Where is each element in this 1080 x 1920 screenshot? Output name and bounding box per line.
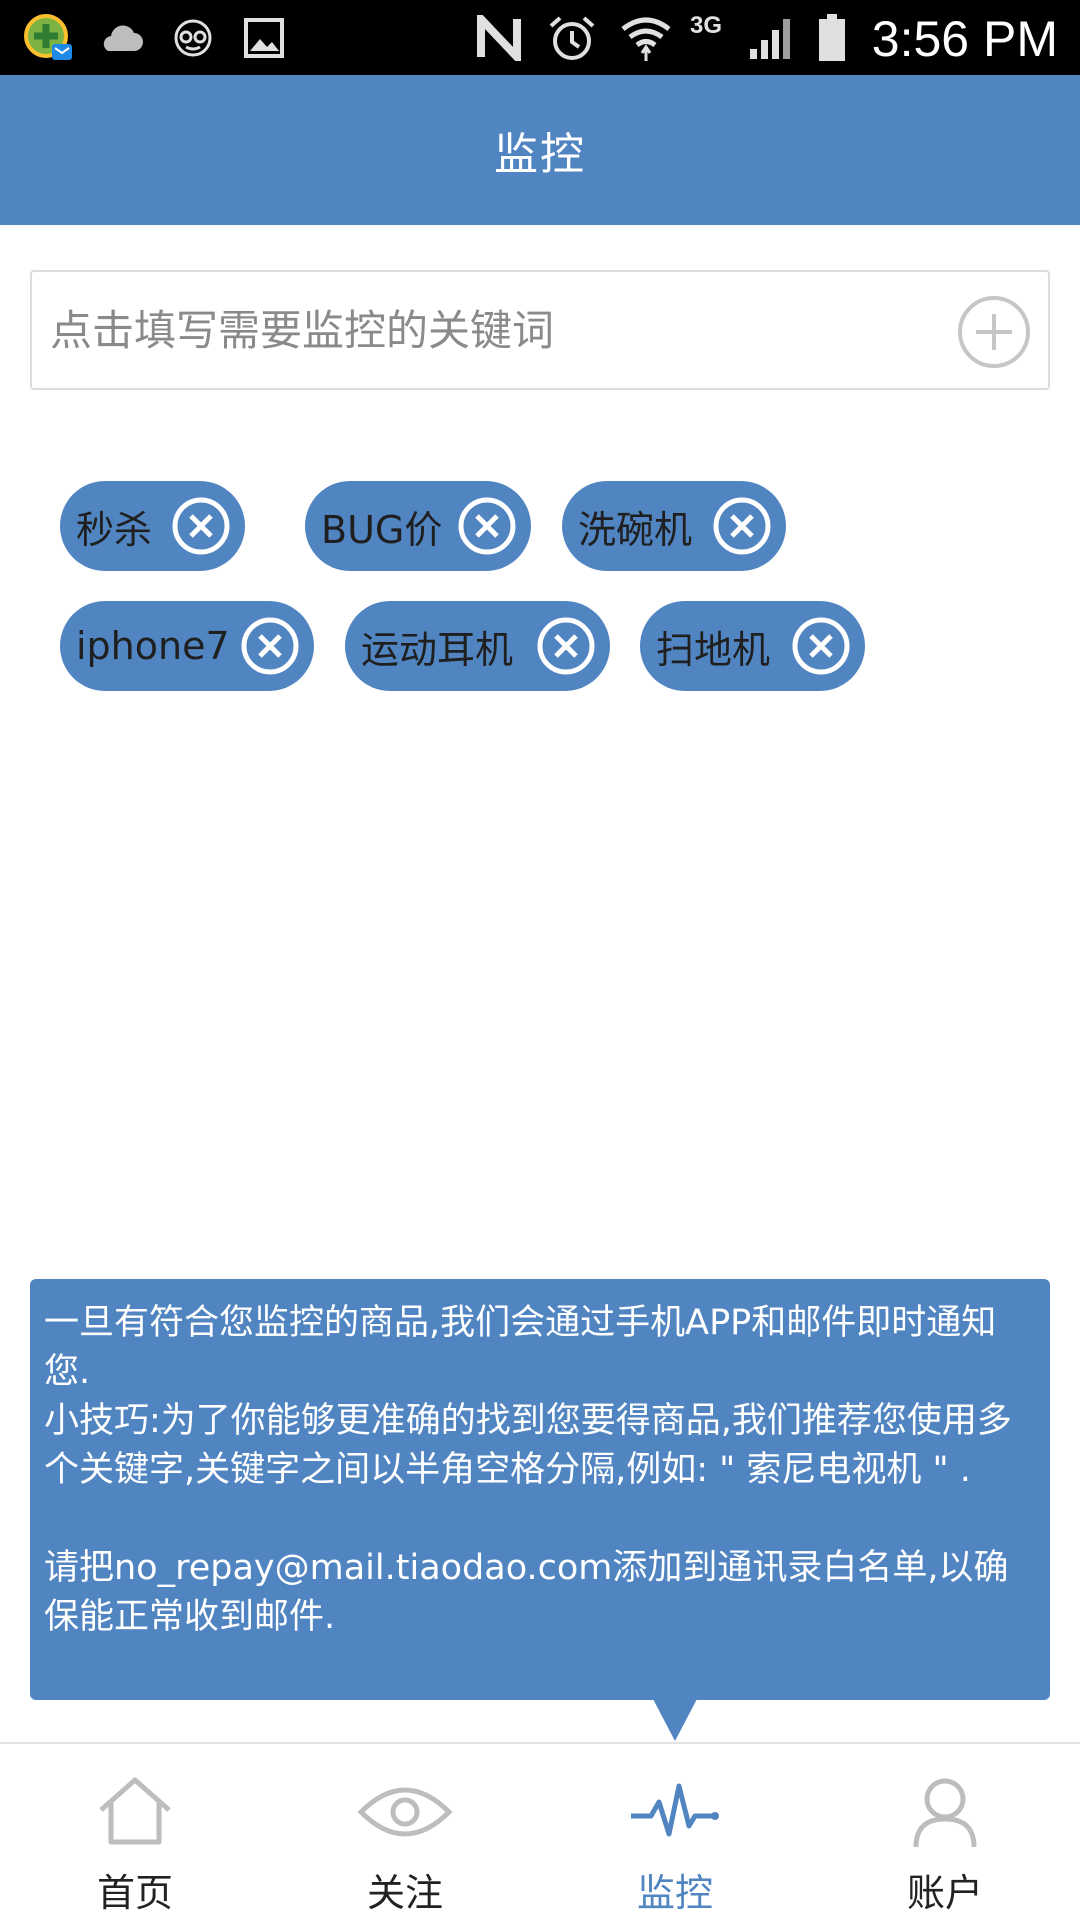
app-header: 监控 [0, 75, 1080, 225]
app-notification-icon [20, 0, 76, 75]
keyword-tag: 运动耳机 [345, 601, 610, 691]
keyword-tag-label: 扫地机 [656, 627, 771, 672]
keyword-tag-label: BUG价 [321, 507, 443, 552]
notice-text-2: 小技巧:为了你能够更准确的找到您要得商品,我们推荐您使用多个关键字,关键字之间以… [44, 1401, 1012, 1490]
pulse-icon [625, 1772, 725, 1852]
notice-arrow [653, 1699, 697, 1741]
notice-tooltip: 一旦有符合您监控的商品,我们会通过手机APP和邮件即时通知您. 小技巧:为了你能… [30, 1279, 1050, 1700]
keyword-input-box [30, 270, 1050, 390]
nfc-icon [474, 0, 524, 75]
bottom-nav: 首页 关注 监控 账户 [0, 1742, 1080, 1920]
notice-text-3: 请把no_repay@mail.tiaodao.com添加到通讯录白名单,以确保… [44, 1548, 1009, 1637]
keyword-tag-label: 秒杀 [76, 507, 153, 552]
keyword-tag: 秒杀 [60, 481, 245, 571]
close-circle-icon [458, 497, 516, 555]
nav-item-follow[interactable]: 关注 [270, 1744, 540, 1920]
close-circle-icon [172, 497, 230, 555]
close-circle-icon [537, 617, 595, 675]
home-icon [85, 1772, 185, 1852]
keyword-tag: 洗碗机 [562, 481, 786, 571]
keyword-tag-label: iphone7 [76, 624, 230, 668]
alarm-icon [546, 0, 598, 75]
plus-circle-icon [958, 296, 1030, 368]
keyword-tag: 扫地机 [640, 601, 865, 691]
nav-item-monitor[interactable]: 监控 [540, 1744, 810, 1920]
keyword-input[interactable] [50, 272, 950, 388]
remove-keyword-button[interactable] [457, 496, 517, 556]
status-time: 3:56 PM [871, 11, 1058, 67]
network-type: 3G [690, 12, 723, 39]
nav-item-account[interactable]: 账户 [810, 1744, 1080, 1920]
nav-item-home[interactable]: 首页 [0, 1744, 270, 1920]
keyword-tag-label: 运动耳机 [361, 627, 514, 672]
eye-icon [355, 1772, 455, 1852]
keyword-tag-label: 洗碗机 [578, 507, 693, 552]
remove-keyword-button[interactable] [536, 616, 596, 676]
keyword-tag: BUG价 [305, 481, 531, 571]
remove-keyword-button[interactable] [712, 496, 772, 556]
notice-text-1: 一旦有符合您监控的商品,我们会通过手机APP和邮件即时通知您. [44, 1303, 997, 1392]
nav-label-follow: 关注 [366, 1871, 443, 1915]
close-circle-icon [792, 617, 850, 675]
page-title: 监控 [494, 129, 586, 180]
cloud-icon [96, 0, 146, 75]
nav-label-home: 首页 [96, 1871, 173, 1915]
glasses-icon [168, 0, 218, 75]
notice-spacer [44, 1495, 1036, 1544]
signal-icon [746, 0, 796, 75]
close-circle-icon [713, 497, 771, 555]
remove-keyword-button[interactable] [240, 616, 300, 676]
remove-keyword-button[interactable] [171, 496, 231, 556]
close-circle-icon [241, 617, 299, 675]
status-bar: 3G 3:56 PM [0, 0, 1080, 75]
nav-label-account: 账户 [906, 1871, 983, 1915]
remove-keyword-button[interactable] [791, 616, 851, 676]
add-keyword-button[interactable] [956, 294, 1032, 370]
wifi-icon [618, 0, 674, 75]
keyword-tag: iphone7 [60, 601, 314, 691]
battery-icon [814, 0, 850, 75]
user-icon [895, 1772, 995, 1852]
image-icon [240, 0, 288, 75]
nav-label-monitor: 监控 [636, 1871, 713, 1915]
